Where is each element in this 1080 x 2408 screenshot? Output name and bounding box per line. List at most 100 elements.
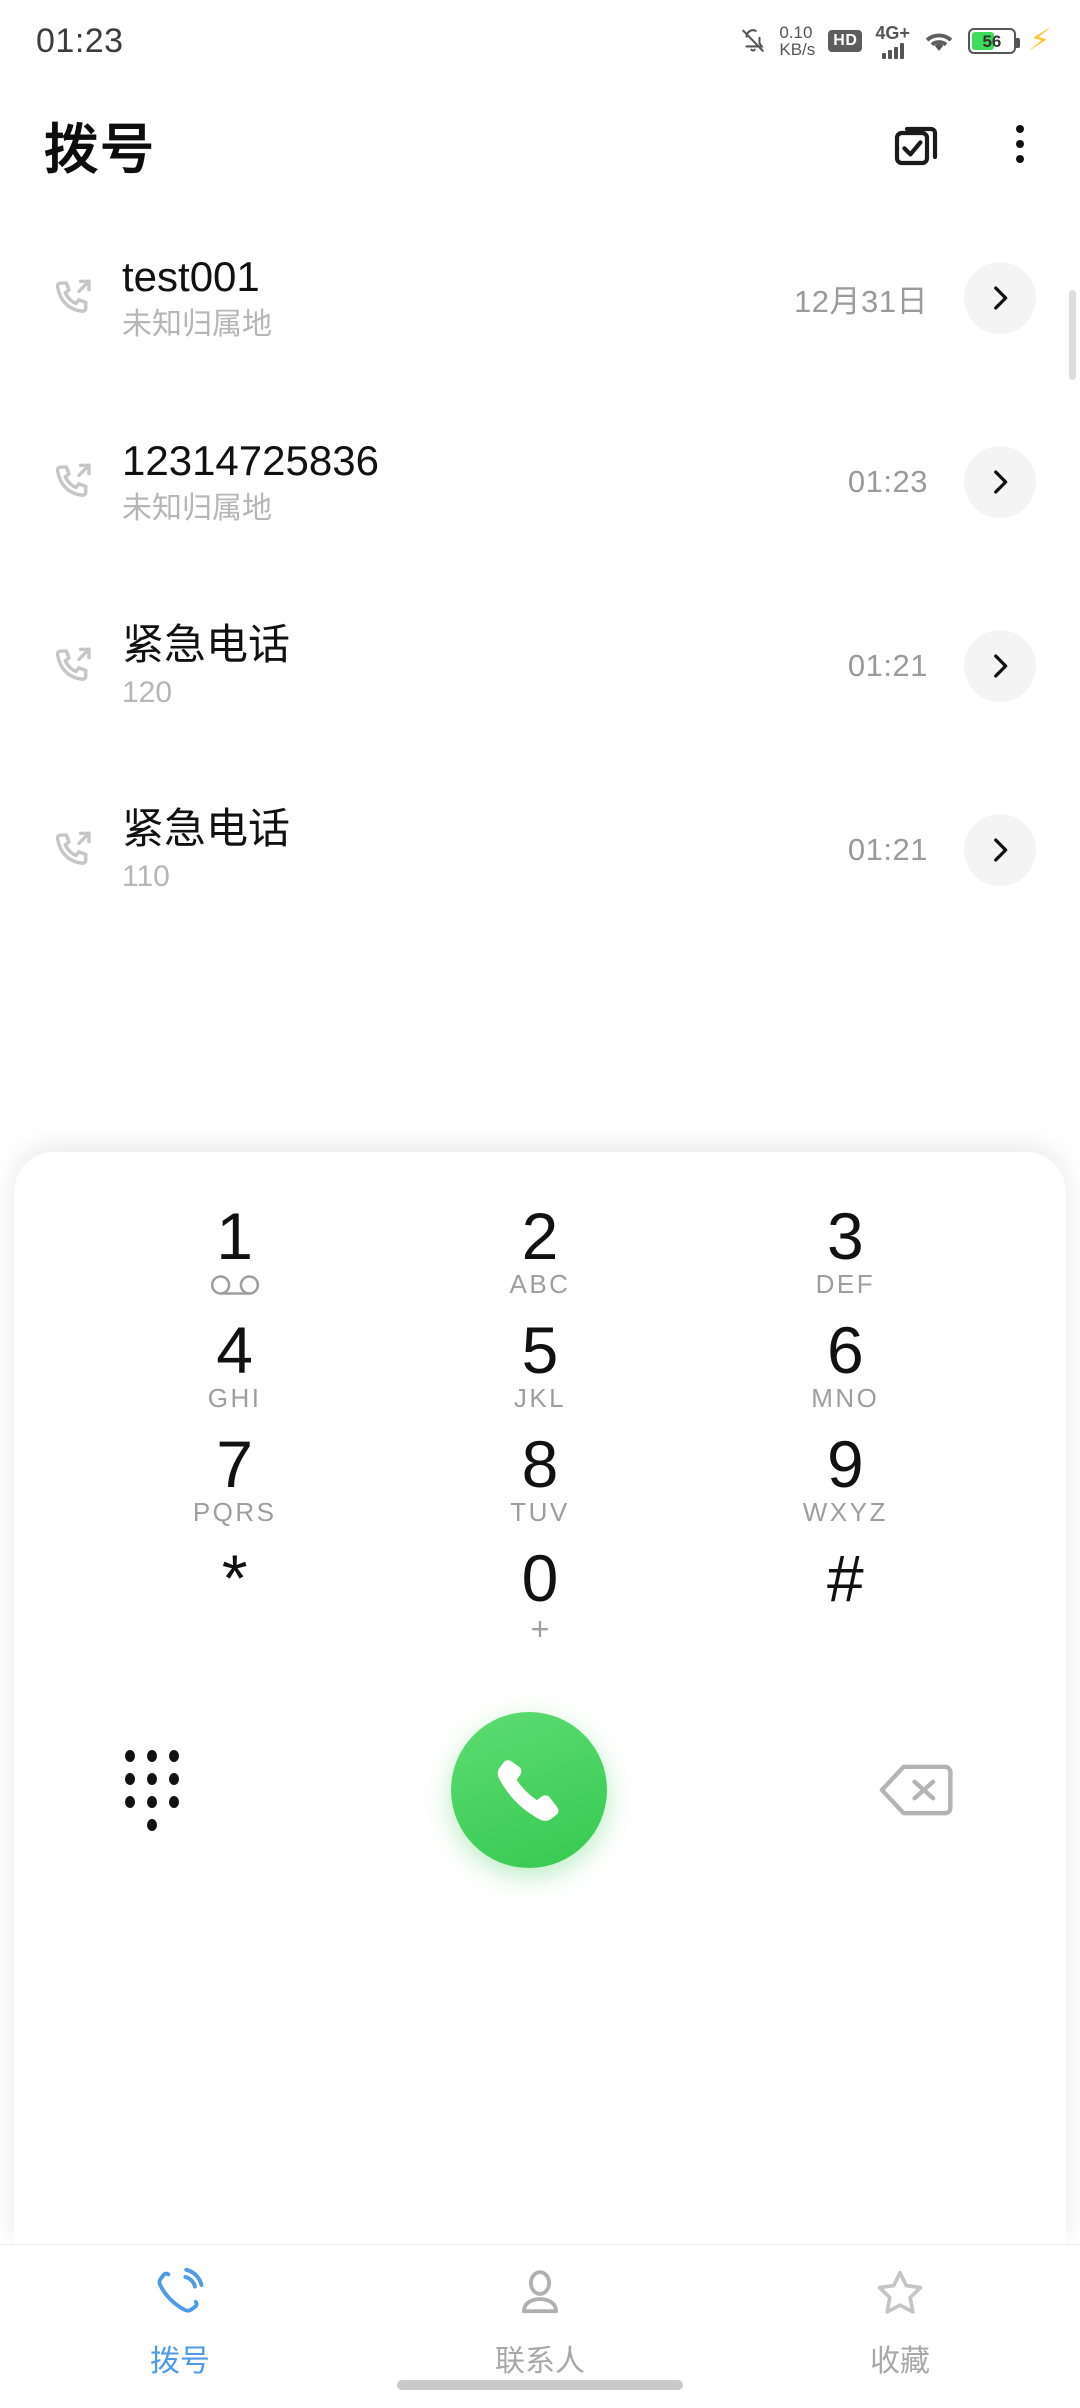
more-options-icon[interactable] (1004, 119, 1036, 169)
multi-select-icon[interactable] (890, 116, 946, 172)
call-log-list[interactable]: test001 未知归属地 12月31日 12314725836 未知归属地 0… (0, 206, 1080, 1146)
key-letters: DEF (815, 1269, 876, 1299)
key-letters: JKL (513, 1383, 567, 1413)
key-letters: ABC (509, 1269, 571, 1299)
key-letters: GHI (207, 1383, 262, 1413)
backspace-icon[interactable] (878, 1760, 956, 1820)
key-digit: 9 (826, 1427, 864, 1501)
status-icons: 0.10 KB/s HD 4G+ 56 ⚡ (740, 22, 1047, 59)
wifi-icon (923, 28, 955, 54)
key-digit: * (221, 1541, 248, 1615)
contacts-icon (514, 2267, 566, 2324)
key-digit: 4 (216, 1313, 254, 1387)
bottom-navigation: 拨号 联系人 收藏 (0, 2244, 1080, 2408)
call-time: 01:21 (847, 648, 928, 683)
dialpad-key-9[interactable]: 9 WXYZ (693, 1422, 998, 1536)
call-log-row[interactable]: 紧急电话 110 01:21 (0, 758, 1080, 942)
key-digit: 7 (216, 1427, 254, 1501)
call-log-row[interactable]: test001 未知归属地 12月31日 (0, 206, 1080, 390)
call-log-row[interactable]: 12314725836 未知归属地 01:23 (0, 390, 1080, 574)
key-digit: # (826, 1541, 864, 1615)
call-subtitle: 120 (122, 675, 173, 709)
dialpad-key-3[interactable]: 3 DEF (693, 1194, 998, 1308)
key-digit: 6 (826, 1313, 864, 1387)
call-time: 12月31日 (794, 283, 928, 319)
dialpad-key-2[interactable]: 2 ABC (387, 1194, 692, 1308)
dialpad-key-hash[interactable]: # (693, 1536, 998, 1650)
key-digit: 5 (521, 1313, 559, 1387)
call-name: 紧急电话 (122, 805, 291, 853)
dialer-screen: 01:23 0.10 KB/s HD 4G+ 56 ⚡ 拨号 test001 未… (0, 0, 1080, 2408)
nav-label: 联系人 (495, 2345, 585, 2378)
dialpad-key-6[interactable]: 6 MNO (693, 1308, 998, 1422)
star-icon (874, 2267, 926, 2324)
call-time: 01:23 (847, 464, 928, 499)
key-letters: PQRS (192, 1497, 277, 1527)
page-title: 拨号 (44, 119, 156, 180)
key-letters: MNO (811, 1383, 880, 1413)
network-speed-unit: KB/s (779, 40, 816, 59)
nav-item-dialer[interactable]: 拨号 (0, 2267, 360, 2380)
dialpad-keys: 1 2 ABC 3 DEF 4 GHI 5 JKL 6 MNO 7 PQRS 8… (14, 1152, 1066, 1650)
nav-label: 拨号 (150, 2345, 210, 2378)
call-button[interactable] (451, 1712, 607, 1868)
outgoing-call-icon (48, 275, 100, 321)
battery-icon: 56 (967, 28, 1020, 54)
key-digit: 2 (521, 1199, 559, 1273)
call-detail-chevron-icon[interactable] (964, 814, 1036, 886)
key-digit: 3 (826, 1199, 864, 1273)
network-speed-indicator: 0.10 KB/s (779, 22, 816, 59)
call-subtitle: 110 (122, 859, 170, 893)
dialpad-panel: 1 2 ABC 3 DEF 4 GHI 5 JKL 6 MNO 7 PQRS 8… (14, 1152, 1066, 2246)
dialpad-key-7[interactable]: 7 PQRS (82, 1422, 387, 1536)
nav-label: 收藏 (870, 2345, 930, 2378)
dialpad-key-5[interactable]: 5 JKL (387, 1308, 692, 1422)
charging-bolt-icon: ⚡ (1026, 24, 1047, 57)
outgoing-call-icon (48, 827, 100, 873)
key-plus: + (530, 1611, 550, 1647)
battery-percent-label: 56 (982, 31, 1002, 51)
voicemail-icon (209, 1271, 261, 1299)
dialpad-key-8[interactable]: 8 TUV (387, 1422, 692, 1536)
call-detail-chevron-icon[interactable] (964, 446, 1036, 518)
status-bar: 01:23 0.10 KB/s HD 4G+ 56 ⚡ (0, 0, 1080, 82)
dialpad-key-1[interactable]: 1 (82, 1194, 387, 1308)
nav-item-favorites[interactable]: 收藏 (720, 2267, 1080, 2380)
key-digit: 0 (521, 1541, 559, 1615)
nav-item-contacts[interactable]: 联系人 (360, 2267, 720, 2380)
dialpad-action-row (14, 1650, 1066, 1868)
header-actions (890, 116, 1036, 172)
network-4gplus-icon: 4G+ (875, 24, 910, 59)
key-letters: TUV (510, 1497, 570, 1527)
dialpad-key-star[interactable]: * (82, 1536, 387, 1650)
home-indicator[interactable] (397, 2380, 683, 2390)
call-name: 紧急电话 (122, 621, 291, 669)
key-digit: 8 (521, 1427, 559, 1501)
signal-bars-icon (881, 42, 904, 59)
network-speed-value: 0.10 (779, 22, 813, 42)
call-info: 12314725836 未知归属地 (122, 437, 379, 527)
bell-muted-icon (740, 26, 766, 56)
outgoing-call-icon (48, 459, 100, 505)
hd-icon: HD (828, 30, 863, 52)
dialpad-key-0[interactable]: 0 + (387, 1536, 692, 1650)
call-name: 12314725836 (122, 437, 379, 485)
key-letters: WXYZ (802, 1497, 888, 1527)
status-clock: 01:23 (36, 21, 124, 60)
call-detail-chevron-icon[interactable] (964, 630, 1036, 702)
hide-keypad-icon[interactable] (124, 1749, 180, 1831)
dialpad-key-4[interactable]: 4 GHI (82, 1308, 387, 1422)
outgoing-call-icon (48, 643, 100, 689)
call-info: test001 未知归属地 (122, 253, 272, 343)
dialer-icon (154, 2267, 206, 2324)
call-name: test001 (122, 253, 260, 301)
call-detail-chevron-icon[interactable] (964, 262, 1036, 334)
app-header: 拨号 (0, 82, 1080, 206)
call-log-row[interactable]: 紧急电话 120 01:21 (0, 574, 1080, 758)
call-info: 紧急电话 120 (122, 621, 290, 711)
call-info: 紧急电话 110 (122, 805, 290, 895)
key-digit: 1 (216, 1199, 254, 1273)
call-subtitle: 未知归属地 (122, 307, 272, 341)
call-subtitle: 未知归属地 (122, 491, 272, 525)
call-time: 01:21 (847, 832, 928, 867)
